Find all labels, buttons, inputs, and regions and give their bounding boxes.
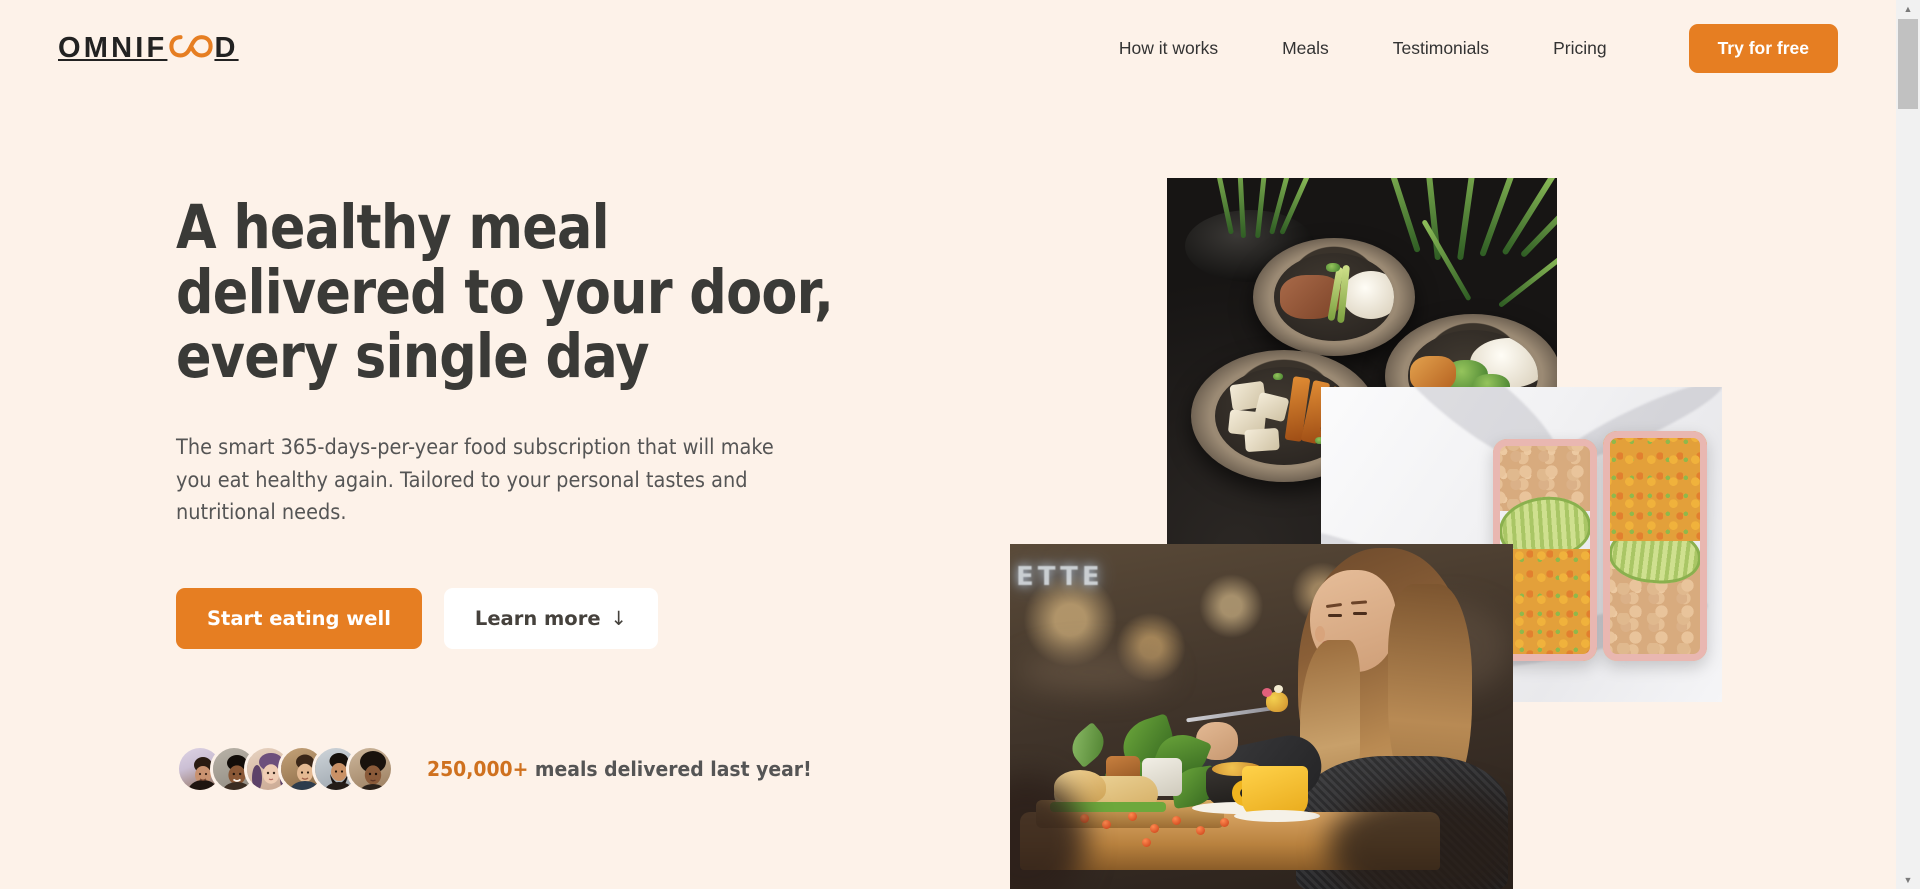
start-eating-well-button[interactable]: Start eating well: [176, 587, 422, 649]
infinity-icon: [169, 33, 214, 66]
site-header: OMNIF D How it works Meals Testimonials …: [0, 0, 1896, 96]
learn-more-label: Learn more: [474, 606, 601, 630]
hero-heading: A healthy meal delivered to your door, e…: [176, 192, 834, 393]
nav-link-meals[interactable]: Meals: [1250, 38, 1361, 59]
learn-more-button[interactable]: Learn more ↓: [443, 587, 658, 649]
page-root: OMNIF D How it works Meals Testimonials …: [0, 0, 1896, 889]
delivered-count: 250,000+: [427, 756, 529, 781]
neon-sign-text: ETTE: [1016, 562, 1104, 592]
nav-link-testimonials[interactable]: Testimonials: [1361, 38, 1521, 59]
scrollbar-up-arrow-icon[interactable]: ▲: [1896, 0, 1920, 18]
browser-scrollbar[interactable]: ▲ ▼: [1896, 0, 1920, 889]
nav-link-pricing[interactable]: Pricing: [1521, 38, 1639, 59]
logo-text-after: D: [214, 31, 239, 64]
woman-eating-photo: ETTE: [1010, 544, 1513, 889]
delivered-text: 250,000+ meals delivered last year!: [427, 757, 812, 781]
main-navigation: How it works Meals Testimonials Pricing …: [1087, 23, 1838, 73]
scrollbar-thumb[interactable]: [1898, 19, 1918, 109]
avatar: [346, 744, 394, 793]
omnifood-logo[interactable]: OMNIF D: [58, 32, 239, 65]
delivered-label: meals delivered last year!: [528, 756, 812, 781]
logo-text-before: OMNIF: [58, 31, 168, 64]
avatar-photo: [349, 747, 391, 790]
hero-description: The smart 365-days-per-year food subscri…: [176, 434, 774, 526]
hero-section: A healthy meal delivered to your door, e…: [0, 96, 1896, 889]
try-for-free-button[interactable]: Try for free: [1688, 23, 1838, 73]
hero-text-column: A healthy meal delivered to your door, e…: [176, 192, 916, 793]
nav-link-how-it-works[interactable]: How it works: [1087, 38, 1250, 59]
hero-image-woman-eating: ETTE: [1010, 544, 1513, 889]
arrow-down-icon: ↓: [610, 606, 627, 630]
hero-cta-group: Start eating well Learn more ↓: [176, 587, 916, 649]
delivered-stat: 250,000+ meals delivered last year!: [176, 744, 916, 793]
customer-avatar-group: [176, 744, 394, 793]
scrollbar-down-arrow-icon[interactable]: ▼: [1896, 871, 1920, 889]
